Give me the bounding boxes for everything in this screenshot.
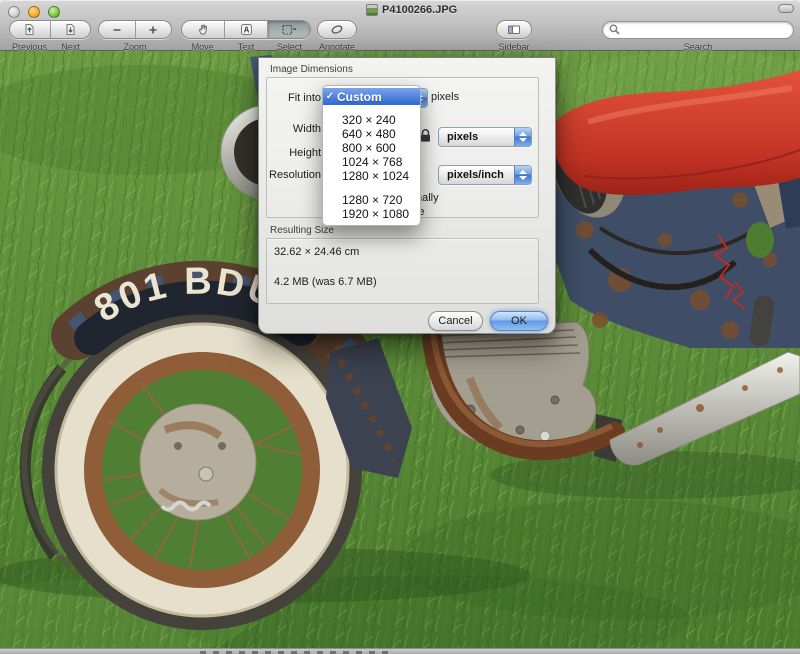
fit-into-menu: ✓ Custom 320 × 240 640 × 480 800 × 600 1… xyxy=(322,85,421,226)
nav-group: Previous Next xyxy=(9,20,91,52)
menu-item-640x480[interactable]: 640 × 480 xyxy=(323,127,420,141)
svg-text:A: A xyxy=(243,25,249,34)
document-icon xyxy=(366,4,378,16)
tool-mode-group: A Move Text Select xyxy=(181,20,311,52)
cancel-button[interactable]: Cancel xyxy=(428,311,483,331)
sidebar-button[interactable] xyxy=(497,21,531,38)
result-filesize: 4.2 MB (was 6.7 MB) xyxy=(274,276,377,288)
annotate-group: Annotate xyxy=(317,20,357,52)
fit-into-label: Fit into xyxy=(267,92,321,104)
close-button[interactable] xyxy=(8,6,20,18)
text-label: Text xyxy=(224,42,267,52)
zoom-label: Zoom xyxy=(98,42,172,52)
next-label: Next xyxy=(50,42,91,52)
toolbar: P4100266.JPG Previ xyxy=(0,0,800,51)
popup-arrows-icon xyxy=(514,166,531,184)
search-icon xyxy=(608,23,621,36)
toolbar-toggle-lozenge[interactable] xyxy=(778,4,794,13)
unit-value: pixels xyxy=(447,131,478,143)
menu-item-1280x1024[interactable]: 1280 × 1024 xyxy=(323,169,420,183)
resolution-unit-popup[interactable]: pixels/inch xyxy=(438,165,532,185)
move-tool-button[interactable] xyxy=(182,21,224,38)
selection-rect-icon xyxy=(281,23,297,36)
text-tool-button[interactable]: A xyxy=(224,21,267,38)
search-label: Search xyxy=(602,42,794,52)
sidebar-icon xyxy=(507,23,521,36)
fit-pixels-suffix: pixels xyxy=(431,91,459,103)
search-input[interactable] xyxy=(602,21,794,39)
minimize-button[interactable] xyxy=(28,6,40,18)
result-dimensions: 32.62 × 24.46 cm xyxy=(274,246,359,258)
sidebar-group: Sidebar xyxy=(496,20,532,52)
previous-label: Previous xyxy=(9,42,50,52)
checkmark-icon: ✓ xyxy=(323,91,337,102)
menu-item-label: Custom xyxy=(337,90,382,104)
search-group: Search xyxy=(602,20,794,52)
titlebar: P4100266.JPG xyxy=(366,3,457,17)
preview-window: 801 BDU P4100266.JPG xyxy=(0,0,800,654)
ok-button[interactable]: OK xyxy=(490,311,548,331)
zoom-out-button[interactable] xyxy=(99,21,135,38)
sidebar-label: Sidebar xyxy=(496,42,532,52)
text-box-icon: A xyxy=(240,23,253,36)
move-label: Move xyxy=(181,42,224,52)
previous-button[interactable] xyxy=(10,21,50,38)
resolution-label: Resolution xyxy=(267,169,321,181)
bottom-edge-strip xyxy=(0,648,800,654)
menu-item-1024x768[interactable]: 1024 × 768 xyxy=(323,155,420,169)
menu-item-custom[interactable]: ✓ Custom xyxy=(323,88,420,105)
menu-item-1920x1080[interactable]: 1920 × 1080 xyxy=(323,207,420,221)
menu-item-1280x720[interactable]: 1280 × 720 xyxy=(323,193,420,207)
window-title: P4100266.JPG xyxy=(382,4,457,16)
annotate-button[interactable] xyxy=(318,21,356,38)
page-down-icon xyxy=(64,23,77,36)
zoom-window-button[interactable] xyxy=(48,6,60,18)
resolution-unit-value: pixels/inch xyxy=(447,169,504,181)
minus-icon xyxy=(111,24,123,36)
height-label: Height xyxy=(267,147,321,159)
section-title-resulting-size: Resulting Size xyxy=(270,225,334,236)
hand-icon xyxy=(197,23,210,36)
menu-item-320x240[interactable]: 320 × 240 xyxy=(323,113,420,127)
popup-arrows-icon xyxy=(514,128,531,146)
zoom-in-button[interactable] xyxy=(135,21,172,38)
section-title-image-dimensions: Image Dimensions xyxy=(270,64,353,75)
select-tool-button[interactable] xyxy=(267,21,310,38)
plus-icon xyxy=(147,24,159,36)
menu-item-800x600[interactable]: 800 × 600 xyxy=(323,141,420,155)
next-button[interactable] xyxy=(50,21,91,38)
oval-annotation-icon xyxy=(330,23,344,36)
width-label: Width xyxy=(267,123,321,135)
page-up-icon xyxy=(23,23,36,36)
zoom-group: Zoom xyxy=(98,20,172,52)
width-height-unit-popup[interactable]: pixels xyxy=(438,127,532,147)
select-label: Select xyxy=(268,42,311,52)
annotate-label: Annotate xyxy=(317,42,357,52)
